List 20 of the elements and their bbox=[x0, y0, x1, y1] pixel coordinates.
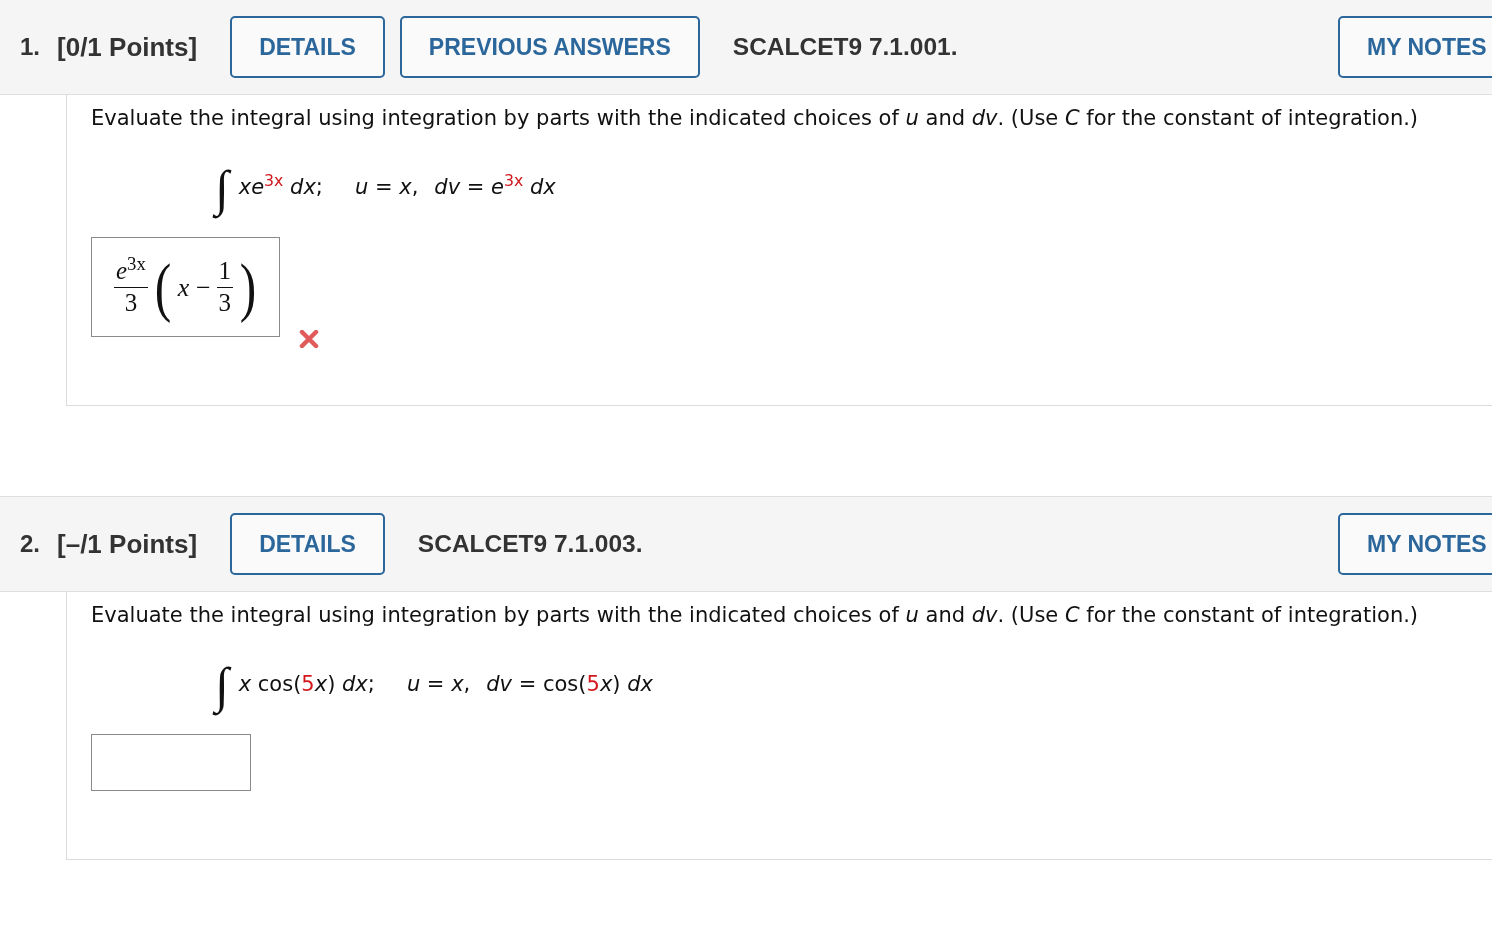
problem-id: SCALCET9 7.1.003. bbox=[417, 528, 643, 559]
instructions-text: Evaluate the integral using integration by parts with the indicated choices of u and dv. (Use C for the constant of integration.) bbox=[91, 602, 1420, 628]
previous-answers-button[interactable]: PREVIOUS ANSWERS bbox=[399, 16, 700, 78]
my-notes-button[interactable]: MY NOTES bbox=[1338, 513, 1492, 575]
instructions-text: Evaluate the integral using integration by parts with the indicated choices of u and dv. (Use C for the constant of integration.) bbox=[91, 105, 1420, 131]
my-notes-button[interactable]: MY NOTES bbox=[1338, 16, 1492, 78]
choice-expression: u = x, bbox=[354, 174, 419, 202]
integrand-expression: xe$^{3x}$ dx; bbox=[238, 172, 323, 202]
problem-id: SCALCET9 7.1.001. bbox=[732, 31, 958, 62]
answer-field[interactable] bbox=[91, 734, 251, 791]
integrand-expression: x cos(5x) dx; bbox=[238, 671, 375, 699]
choice-expression: dv = e$^{3x}$ dx bbox=[434, 172, 556, 202]
question-number: 1. bbox=[20, 32, 40, 62]
choice-expression: dv = cos(5x) dx bbox=[486, 671, 653, 699]
question-number: 2. bbox=[20, 529, 40, 559]
details-button[interactable]: DETAILS bbox=[230, 513, 385, 575]
details-button[interactable]: DETAILS bbox=[230, 16, 385, 78]
choice-expression: u = x, bbox=[406, 671, 471, 699]
points-label: [0/1 Points] bbox=[57, 30, 198, 64]
points-label: [–/1 Points] bbox=[57, 527, 198, 561]
